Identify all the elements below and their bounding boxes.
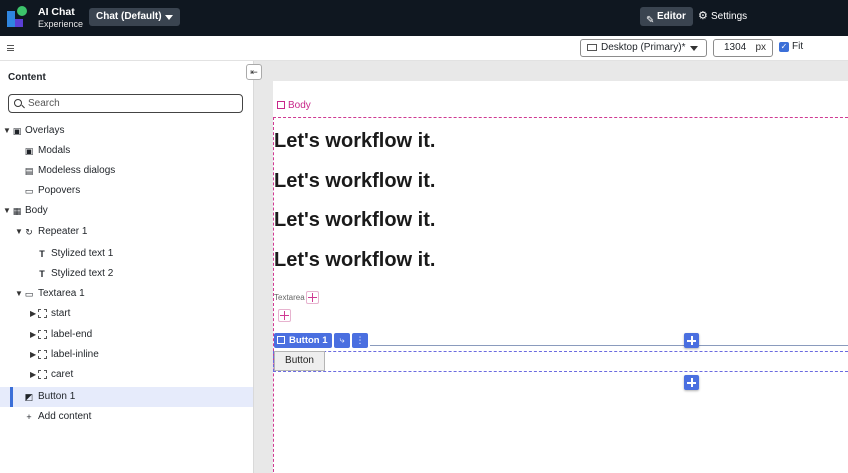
selection-line [370, 345, 848, 346]
expand-triangle-icon[interactable]: ▼ [15, 222, 23, 242]
tree-item-modals[interactable]: ▣ Modals [0, 141, 253, 161]
repeater-icon: ↻ [25, 227, 33, 237]
tree-item-overlays[interactable]: ▼ ▣ Overlays [0, 121, 253, 141]
add-above-icon[interactable] [684, 333, 699, 348]
gear-icon: ⚙ [698, 10, 708, 22]
slot-icon [38, 370, 47, 379]
monitor-icon [587, 44, 597, 51]
tree-item-modeless-dialogs[interactable]: ▤ Modeless dialogs [0, 161, 253, 181]
tree-item-popovers[interactable]: ▭ Popovers [0, 181, 253, 201]
body-tag-label: Body [288, 100, 311, 111]
settings-tab-label: Settings [711, 11, 748, 22]
editor-tab-label: Editor [657, 11, 686, 22]
search-input[interactable]: Search [8, 94, 243, 113]
search-placeholder: Search [28, 98, 60, 109]
tree-item-button-1[interactable]: ◩ Button 1 [0, 387, 253, 407]
stylized-text[interactable]: Let's workflow it. [274, 249, 435, 272]
expand-triangle-icon[interactable]: ▼ [15, 284, 23, 304]
expand-triangle-icon[interactable]: ▶ [30, 365, 36, 385]
width-unit: px [755, 42, 766, 53]
stylized-text[interactable]: Let's workflow it. [274, 130, 435, 153]
body-tag[interactable]: Body [277, 100, 311, 111]
collapse-panel-icon[interactable]: ⇤ [246, 64, 262, 80]
modeless-dialog-icon: ▤ [24, 166, 34, 176]
body-icon: ▦ [12, 206, 22, 216]
panel-title: Content [8, 72, 46, 83]
tree-item-textarea-1[interactable]: ▼ ▭ Textarea 1 [0, 284, 253, 304]
text-icon: T [39, 249, 45, 259]
button-1-tag[interactable]: Button 1 [274, 333, 332, 348]
expand-triangle-icon[interactable]: ▼ [3, 121, 11, 141]
popover-icon: ▭ [24, 186, 34, 196]
slot-icon [38, 350, 47, 359]
stylized-text[interactable]: Let's workflow it. [274, 170, 435, 193]
editor-tab[interactable]: ✎ Editor [640, 7, 693, 26]
search-icon [14, 99, 22, 107]
plus-icon: + [26, 412, 32, 422]
app-logo-icon [7, 6, 29, 28]
chevron-down-icon [690, 46, 698, 51]
chevron-down-icon [165, 15, 173, 20]
pencil-icon: ✎ [646, 15, 655, 26]
slot-icon [38, 309, 47, 318]
tree-item-caret[interactable]: ▶ caret [0, 365, 253, 385]
settings-tab[interactable]: ⚙ Settings [698, 7, 747, 26]
width-input[interactable]: 1304 px [713, 39, 773, 57]
tree-item-stylized-text-2[interactable]: T Stylized text 2 [0, 264, 253, 284]
device-select[interactable]: Desktop (Primary)* [580, 39, 707, 57]
menu-icon[interactable] [7, 45, 14, 51]
workflow-icon[interactable]: ⤷ [334, 333, 350, 348]
text-icon: T [39, 269, 45, 279]
add-slot-icon[interactable] [306, 291, 319, 304]
add-slot-icon[interactable] [278, 309, 291, 322]
stylized-text[interactable]: Let's workflow it. [274, 209, 435, 232]
canvas-button[interactable]: Button [274, 351, 325, 371]
expand-triangle-icon[interactable]: ▶ [30, 304, 36, 324]
chat-selector-button[interactable]: Chat (Default) [89, 8, 180, 26]
device-select-label: Desktop (Primary)* [601, 42, 686, 53]
add-content-button[interactable]: + Add content [0, 407, 253, 427]
add-below-icon[interactable] [684, 375, 699, 390]
fit-label: Fit [792, 41, 804, 52]
button-icon [277, 336, 285, 344]
content-panel: Content Search ▼ ▣ Overlays ▣ Modals ▤ M… [0, 61, 254, 473]
body-icon [277, 101, 285, 109]
modal-icon: ▣ [24, 146, 34, 156]
folder-icon: ▭ [24, 289, 34, 299]
button-1-tag-label: Button 1 [289, 335, 328, 346]
width-value: 1304 [724, 42, 747, 53]
canvas-toolbar: Desktop (Primary)* 1304 px [0, 36, 848, 61]
overlays-icon: ▣ [12, 126, 22, 136]
expand-triangle-icon[interactable]: ▼ [3, 201, 11, 221]
tree-item-label-end[interactable]: ▶ label-end [0, 325, 253, 345]
textarea-label: Textarea [274, 293, 305, 302]
tree-item-repeater-1[interactable]: ▼ ↻ Repeater 1 [0, 222, 253, 242]
tree-item-body[interactable]: ▼ ▦ Body [0, 201, 253, 221]
expand-triangle-icon[interactable]: ▶ [30, 345, 36, 365]
fit-checkbox[interactable]: ✓ [779, 42, 789, 52]
tree-item-label-inline[interactable]: ▶ label-inline [0, 345, 253, 365]
button-icon: ◩ [24, 392, 34, 402]
tree-item-start[interactable]: ▶ start [0, 304, 253, 324]
slot-icon [38, 330, 47, 339]
expand-triangle-icon[interactable]: ▶ [30, 325, 36, 345]
app-subtitle: Experience [38, 19, 84, 29]
tree-item-stylized-text-1[interactable]: T Stylized text 1 [0, 244, 253, 264]
app-title: AI Chat [38, 6, 75, 18]
chat-selector-label: Chat (Default) [96, 11, 162, 22]
more-options-icon[interactable]: ⋮ [352, 333, 368, 348]
selected-element-outline [273, 351, 848, 372]
top-bar: AI Chat Experience Chat (Default) ✎ Edit… [0, 0, 848, 36]
